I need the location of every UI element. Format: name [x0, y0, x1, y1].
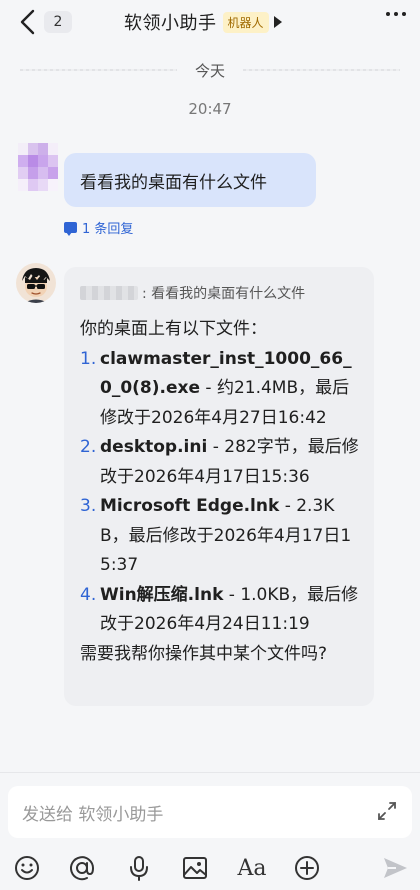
file-list-item: 1. clawmaster_inst_1000_66_0_0(8).exe - … [80, 345, 360, 434]
file-number: 4. [80, 584, 97, 605]
microphone-icon[interactable] [124, 853, 154, 883]
image-icon[interactable] [180, 853, 210, 883]
chat-header: 2 软领小助手 机器人 [0, 0, 420, 46]
file-name: Microsoft Edge.lnk [100, 496, 280, 516]
file-list-item: 2. desktop.ini - 282字节，最后修改于2026年4月17日15… [80, 433, 360, 492]
quoted-message[interactable]: : 看看我的桌面有什么文件 [80, 283, 360, 303]
file-list: 1. clawmaster_inst_1000_66_0_0(8).exe - … [80, 345, 360, 640]
reply-count-label: 1 条回复 [82, 222, 134, 237]
file-list-item: 4. Win解压缩.lnk - 1.0KB，最后修改于2026年4月24日11:… [80, 581, 360, 640]
expand-icon[interactable] [376, 800, 398, 822]
message-composer: 发送给 软领小助手 Aa [0, 772, 420, 890]
chat-title-group[interactable]: 软领小助手 机器人 [124, 8, 282, 36]
bot-avatar[interactable] [16, 263, 56, 303]
bot-outro-text: 需要我帮你操作其中某个文件吗? [80, 643, 328, 664]
comment-icon [64, 222, 77, 236]
composer-toolbar: Aa [0, 853, 420, 887]
text-format-icon[interactable]: Aa [235, 853, 269, 883]
date-divider: 今天 [20, 58, 401, 82]
send-icon[interactable] [380, 853, 410, 883]
bot-intro-text: 你的桌面上有以下文件： [80, 319, 267, 339]
user-message-bubble[interactable]: 看看我的桌面有什么文件 [64, 153, 316, 207]
back-arrow-icon[interactable] [16, 8, 40, 36]
bot-message-bubble[interactable]: : 看看我的桌面有什么文件 你的桌面上有以下文件： 1. clawmaster_… [64, 267, 374, 706]
file-number: 3. [80, 496, 97, 516]
divider-line-left [20, 69, 177, 71]
message-time: 20:47 [188, 100, 232, 118]
reply-thread-link[interactable]: 1 条回复 [64, 218, 133, 237]
unread-count-badge[interactable]: 2 [44, 11, 72, 33]
mention-icon[interactable] [67, 853, 97, 883]
user-message-text: 看看我的桌面有什么文件 [80, 172, 267, 193]
file-name: Win解压缩.lnk [100, 584, 224, 605]
emoji-icon[interactable] [12, 853, 42, 883]
bot-message-content: 你的桌面上有以下文件： 1. clawmaster_inst_1000_66_0… [80, 315, 360, 669]
add-icon[interactable] [292, 853, 322, 883]
file-number: 2. [80, 437, 97, 457]
text-format-label: Aa [237, 855, 267, 881]
chat-title: 软领小助手 [124, 13, 217, 34]
input-placeholder: 发送给 软领小助手 [22, 804, 164, 825]
caret-right-icon [273, 16, 282, 28]
file-name: desktop.ini [100, 437, 208, 457]
divider-line-right [243, 69, 401, 71]
blurred-username [80, 286, 138, 300]
file-number: 1. [80, 348, 97, 369]
message-input[interactable]: 发送给 软领小助手 [8, 786, 412, 838]
date-label: 今天 [195, 61, 226, 80]
bot-badge: 机器人 [222, 11, 269, 33]
user-avatar[interactable] [18, 143, 58, 191]
more-options-icon[interactable] [386, 12, 406, 16]
file-list-item: 3. Microsoft Edge.lnk - 2.3KB，最后修改于2026年… [80, 492, 360, 581]
quoted-text: : 看看我的桌面有什么文件 [142, 286, 306, 302]
